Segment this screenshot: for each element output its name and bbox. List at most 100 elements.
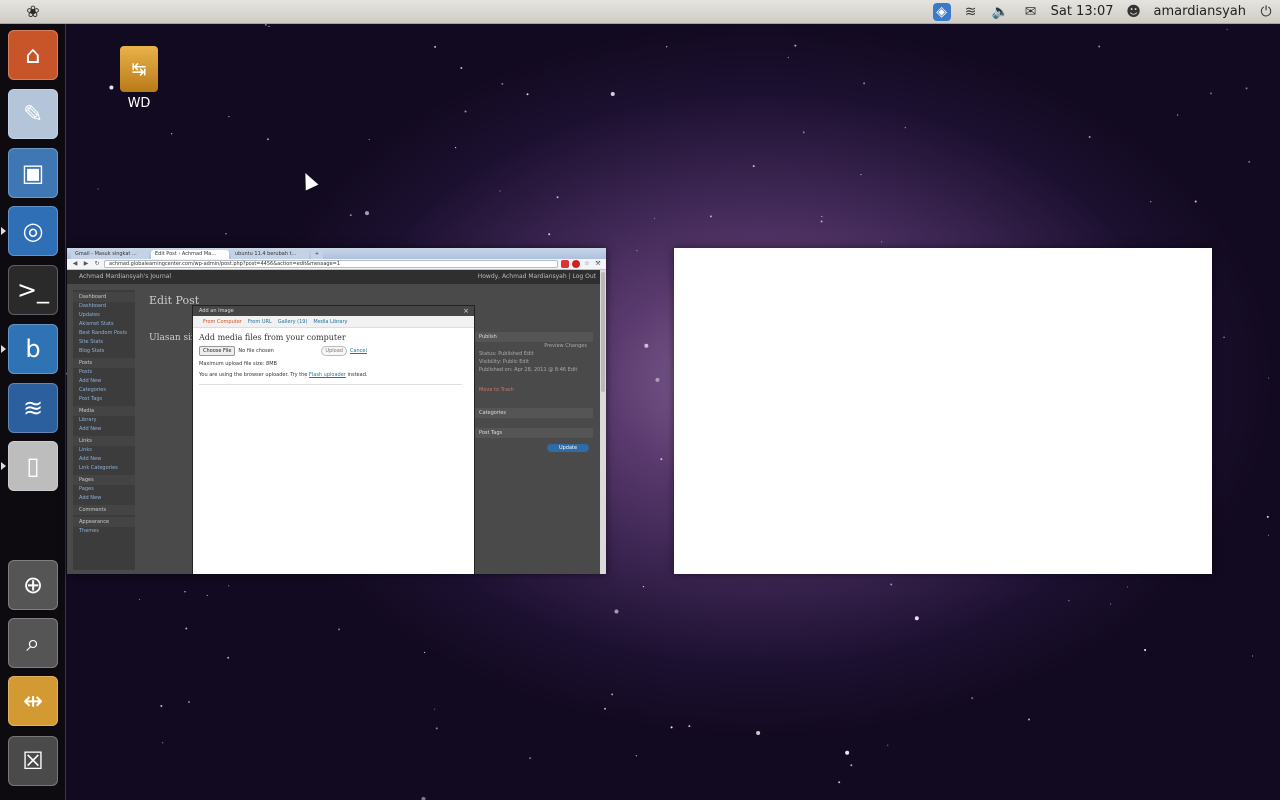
extension-icon[interactable] — [561, 260, 569, 268]
wp-sidebar-item[interactable]: Post Tags — [73, 395, 135, 404]
gnome-foot-icon[interactable]: ❀ — [0, 0, 66, 24]
star — [642, 586, 645, 588]
forward-icon[interactable]: ▶ — [82, 260, 90, 268]
volume-icon[interactable]: 🔈 — [991, 3, 1011, 21]
tab-gallery[interactable]: Gallery (19) — [278, 316, 308, 327]
star — [1245, 87, 1248, 90]
network-manager-icon[interactable]: ◈ — [932, 2, 951, 21]
star — [206, 594, 208, 597]
wp-sidebar-item[interactable]: Posts — [73, 368, 135, 377]
cancel-link[interactable]: Cancel — [350, 348, 367, 354]
wrench-icon[interactable]: ⚒ — [594, 260, 602, 268]
tab-edit-post[interactable]: Edit Post ‹ Achmad Ma... — [151, 250, 229, 259]
flash-uploader-link[interactable]: Flash uploader — [309, 372, 346, 378]
wp-sidebar-item[interactable]: Add New — [73, 455, 135, 464]
preview-changes-button[interactable]: Preview Changes — [475, 342, 593, 350]
wp-sidebar-item[interactable]: Appearance — [73, 517, 135, 527]
wp-sidebar-item[interactable]: Links — [73, 436, 135, 446]
star — [881, 241, 883, 243]
wp-sidebar-item[interactable]: Themes — [73, 527, 135, 536]
back-icon[interactable]: ◀ — [71, 260, 79, 268]
tab-from-url[interactable]: From URL — [248, 316, 272, 327]
star — [653, 217, 656, 220]
tab-gmail[interactable]: Gmail - Masuk singkat ... — [71, 250, 149, 259]
text-editor-icon[interactable]: ✎ — [8, 89, 58, 139]
username[interactable]: amardiansyah — [1154, 4, 1246, 19]
blank-window[interactable] — [674, 248, 1212, 574]
wp-sidebar-item[interactable]: Pages — [73, 475, 135, 485]
wp-right-column: Publish Preview Changes Status: Publishe… — [475, 326, 593, 566]
wp-sidebar-item[interactable]: Media — [73, 406, 135, 416]
system-monitor-icon[interactable]: ≋ — [8, 383, 58, 433]
usb-drive-icon[interactable]: ⇹ — [8, 676, 58, 726]
wp-howdy[interactable]: Howdy, Achmad Mardiansyah | Log Out — [478, 270, 606, 284]
star — [434, 45, 437, 48]
camera-icon[interactable]: ▣ — [8, 148, 58, 198]
wp-sidebar-item[interactable]: Add New — [73, 494, 135, 503]
blueprint-app-icon[interactable]: b — [8, 324, 58, 374]
star — [184, 591, 186, 593]
page-scrollbar[interactable] — [600, 270, 606, 574]
chromium-icon[interactable]: ◎ — [8, 206, 58, 256]
wp-sidebar-item[interactable]: Posts — [73, 358, 135, 368]
upload-button[interactable]: Upload — [321, 346, 347, 356]
choose-file-button[interactable]: Choose File — [199, 346, 236, 356]
max-size-note: Maximum upload file size: 8MB — [199, 361, 277, 367]
wp-sidebar-item[interactable]: Comments — [73, 505, 135, 515]
wp-sidebar-item[interactable]: Library — [73, 416, 135, 425]
star — [368, 138, 370, 141]
mail-icon[interactable]: ✉ — [1021, 3, 1041, 21]
bookmark-star-icon[interactable]: ☆ — [583, 260, 591, 268]
wifi-icon[interactable]: ≋ — [961, 3, 981, 21]
star — [1266, 515, 1269, 518]
reload-icon[interactable]: ↻ — [93, 260, 101, 268]
divider — [199, 384, 462, 385]
wp-sidebar-item[interactable]: Dashboard — [73, 302, 135, 311]
browser-window[interactable]: Gmail - Masuk singkat ... Edit Post ‹ Ac… — [67, 248, 606, 574]
trash-icon[interactable]: ☒ — [8, 736, 58, 786]
star — [1098, 45, 1101, 48]
close-icon[interactable]: × — [463, 306, 474, 316]
wp-sidebar-item[interactable]: Site Stats — [73, 338, 135, 347]
search-file-icon[interactable]: ⌕ — [8, 618, 58, 668]
power-icon[interactable]: ⏻ — [1256, 3, 1276, 21]
dialog-heading: Add media files from your computer — [199, 333, 346, 342]
home-folder-icon[interactable]: ⌂ — [8, 30, 58, 80]
adblock-icon[interactable] — [572, 260, 580, 268]
clock[interactable]: Sat 13:07 — [1051, 4, 1114, 19]
star — [266, 138, 269, 141]
scroll-thumb[interactable] — [601, 272, 605, 392]
running-indicator — [1, 227, 6, 235]
wp-site-title[interactable]: Achmad Mardiansyah's Journal — [79, 270, 171, 284]
update-button[interactable]: Update — [547, 444, 589, 452]
wp-sidebar-item[interactable]: Links — [73, 446, 135, 455]
wp-sidebar-item[interactable]: Categories — [73, 386, 135, 395]
wp-sidebar-item[interactable]: Link Categories — [73, 464, 135, 473]
wp-sidebar-item[interactable]: Best Random Posts — [73, 329, 135, 338]
file-name-label: No file chosen — [238, 348, 274, 354]
star — [635, 755, 637, 757]
star — [644, 343, 649, 348]
wp-sidebar-item[interactable]: Add New — [73, 425, 135, 434]
star — [890, 583, 893, 586]
desktop-drive-wd[interactable]: ↹ WD — [114, 46, 164, 111]
star — [1267, 534, 1270, 536]
wp-sidebar-item[interactable]: Add New — [73, 377, 135, 386]
wp-sidebar-item[interactable]: Updates — [73, 311, 135, 320]
top-panel: ❀ ◈ ≋ 🔈 ✉ Sat 13:07 ☻ amardiansyah ⏻ — [0, 0, 1280, 24]
tab-from-computer[interactable]: From Computer — [203, 316, 242, 327]
terminal-icon[interactable]: >_ — [8, 265, 58, 315]
tab-media-library[interactable]: Media Library — [313, 316, 347, 327]
tab-ubuntu[interactable]: ubuntu 11.4 berubah t... — [231, 250, 309, 259]
wp-sidebar-item[interactable]: Akismet Stats — [73, 320, 135, 329]
move-to-trash-link[interactable]: Move to Trash — [475, 386, 593, 394]
address-bar[interactable]: achmad.globalearningcenter.com/wp-admin/… — [104, 260, 558, 268]
wp-sidebar-item[interactable]: Blog Stats — [73, 347, 135, 356]
star — [433, 708, 436, 710]
star — [499, 190, 501, 192]
wp-sidebar-item[interactable]: Dashboard — [73, 292, 135, 302]
new-tab-button[interactable]: + — [311, 250, 323, 259]
wp-sidebar-item[interactable]: Pages — [73, 485, 135, 494]
document-viewer-icon[interactable]: ▯ — [8, 441, 58, 491]
magnifier-icon[interactable]: ⊕ — [8, 560, 58, 610]
